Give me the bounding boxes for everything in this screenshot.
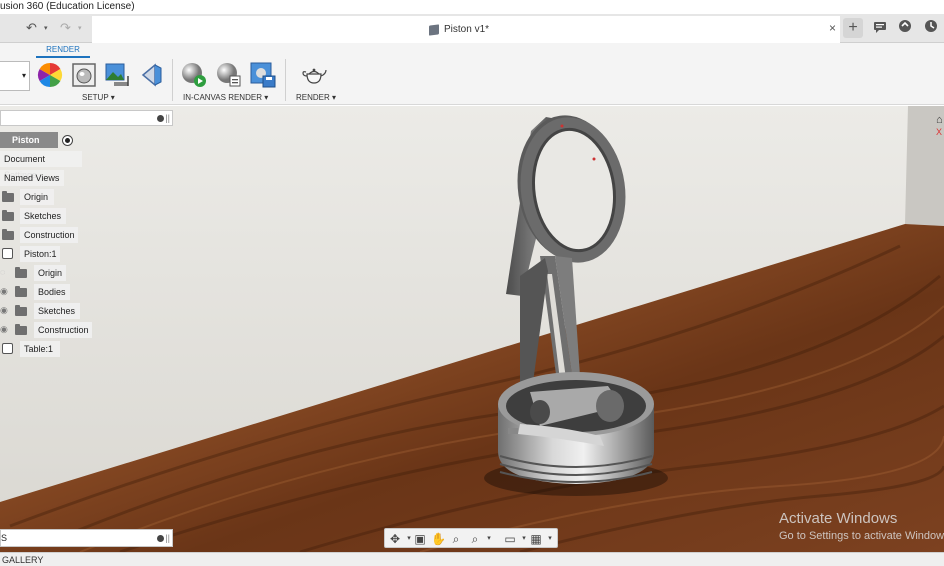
- clock-icon[interactable]: [921, 18, 941, 38]
- tab-bar: ↶ ▾ ↷ ▾ Piston v1* × +: [0, 14, 944, 43]
- navigation-bar: ✥ ▾ ▣ ✋ ⌕ ⌕ ▾ ▭ ▾ ▦ ▾: [384, 528, 558, 548]
- hidden-eye-icon[interactable]: ◌: [0, 267, 5, 277]
- folder-icon: [15, 324, 27, 335]
- home-view-icon[interactable]: ⌂: [936, 114, 943, 126]
- activate-radio-icon[interactable]: [62, 135, 73, 146]
- tree-item-origin[interactable]: Origin: [20, 189, 54, 205]
- job-status-icon[interactable]: [895, 18, 915, 38]
- tab-render[interactable]: RENDER: [36, 45, 90, 58]
- capture-image-icon[interactable]: [250, 62, 276, 88]
- browser-grip-icon[interactable]: ||: [165, 113, 170, 123]
- fit-icon[interactable]: ⌕: [468, 532, 482, 546]
- ribbon-separator: [285, 59, 286, 101]
- document-name: Piston v1*: [444, 24, 490, 35]
- component-icon: [2, 343, 13, 354]
- component-icon: [2, 248, 13, 259]
- undo-dropdown-icon[interactable]: ▾: [44, 24, 48, 32]
- title-bar: usion 360 (Education License): [0, 0, 944, 14]
- activate-windows-title: Activate Windows: [779, 510, 898, 527]
- tree-item-table-component[interactable]: Table:1: [20, 341, 60, 357]
- tree-item-sketches[interactable]: Sketches: [20, 208, 66, 224]
- render-teapot-icon[interactable]: [301, 62, 327, 88]
- fit-dropdown-icon[interactable]: ▾: [482, 532, 496, 546]
- collapse-browser-icon[interactable]: [157, 115, 164, 122]
- appearance-icon[interactable]: [37, 62, 63, 88]
- tree-item-bodies[interactable]: Bodies: [34, 284, 70, 300]
- browser-header[interactable]: ||: [0, 110, 173, 126]
- redo-dropdown-icon[interactable]: ▾: [78, 24, 82, 32]
- folder-icon: [2, 229, 14, 240]
- workspace-dropdown[interactable]: ▾: [0, 61, 30, 91]
- folder-icon: [15, 305, 27, 316]
- visibility-eye-icon[interactable]: ◉: [0, 305, 8, 316]
- render-viewport[interactable]: ⌂ X: [0, 106, 944, 552]
- render-gallery-bar[interactable]: GALLERY: [0, 552, 944, 566]
- new-tab-button[interactable]: +: [843, 18, 863, 38]
- orbit-icon[interactable]: ✥: [388, 532, 402, 546]
- add-comment-icon[interactable]: [157, 535, 164, 542]
- tree-item-construction[interactable]: Construction: [20, 227, 78, 243]
- visibility-eye-icon[interactable]: ◉: [0, 286, 8, 297]
- tree-item-document-settings[interactable]: Document Settings: [0, 151, 82, 180]
- activate-windows-watermark: Activate Windows Go to Settings to activ…: [779, 510, 944, 542]
- comments-bar[interactable]: S ||: [0, 529, 173, 547]
- close-tab-button[interactable]: ×: [829, 21, 836, 35]
- activate-windows-subtitle: Go to Settings to activate Windows.: [779, 530, 944, 542]
- grid-dropdown-icon[interactable]: ▾: [543, 532, 557, 546]
- decal-icon[interactable]: [139, 62, 165, 88]
- comments-label: S: [1, 533, 8, 543]
- folder-icon: [15, 267, 27, 278]
- render-group-label[interactable]: RENDER ▾: [296, 93, 336, 102]
- tree-item-piston-construction[interactable]: Construction: [34, 322, 92, 338]
- tree-item-piston-origin[interactable]: Origin: [34, 265, 66, 281]
- undo-icon[interactable]: ↶: [26, 20, 37, 36]
- tree-item-named-views[interactable]: Named Views: [0, 170, 64, 186]
- zoom-icon[interactable]: ⌕: [449, 532, 463, 546]
- viewcube-axis-x[interactable]: X: [936, 127, 942, 137]
- component-icon: [429, 24, 439, 36]
- tree-item-piston-component[interactable]: Piston:1: [20, 246, 60, 262]
- pan-icon[interactable]: ✋: [431, 532, 446, 546]
- scene-settings-icon[interactable]: [71, 62, 97, 88]
- gallery-label: GALLERY: [2, 555, 44, 565]
- folder-icon: [2, 191, 14, 202]
- comment-icon[interactable]: [870, 18, 890, 38]
- look-at-icon[interactable]: ▣: [413, 532, 427, 546]
- ribbon-separator: [172, 59, 173, 101]
- comments-grip-icon[interactable]: ||: [165, 533, 170, 543]
- ribbon-toolbar: RENDER ▾ SETUP ▾ IN-CANVAS RENDER ▾ REND…: [0, 43, 944, 105]
- setup-group-label[interactable]: SETUP ▾: [82, 93, 115, 102]
- piston[interactable]: [498, 372, 654, 484]
- redo-icon[interactable]: ↷: [60, 20, 71, 36]
- folder-icon: [2, 210, 14, 221]
- in-canvas-render-icon[interactable]: [181, 62, 207, 88]
- tree-item-piston-sketches[interactable]: Sketches: [34, 303, 80, 319]
- display-settings-icon[interactable]: ▭: [503, 532, 517, 546]
- app-title: usion 360 (Education License): [0, 1, 135, 12]
- grid-icon[interactable]: ▦: [529, 532, 543, 546]
- folder-icon: [15, 286, 27, 297]
- document-tab[interactable]: Piston v1* ×: [92, 16, 840, 43]
- in-canvas-render-group-label[interactable]: IN-CANVAS RENDER ▾: [183, 93, 268, 102]
- in-canvas-render-settings-icon[interactable]: [216, 62, 242, 88]
- texture-map-icon[interactable]: [104, 62, 130, 88]
- browser-root[interactable]: Piston v1: [0, 132, 58, 161]
- visibility-eye-icon[interactable]: ◉: [0, 324, 8, 335]
